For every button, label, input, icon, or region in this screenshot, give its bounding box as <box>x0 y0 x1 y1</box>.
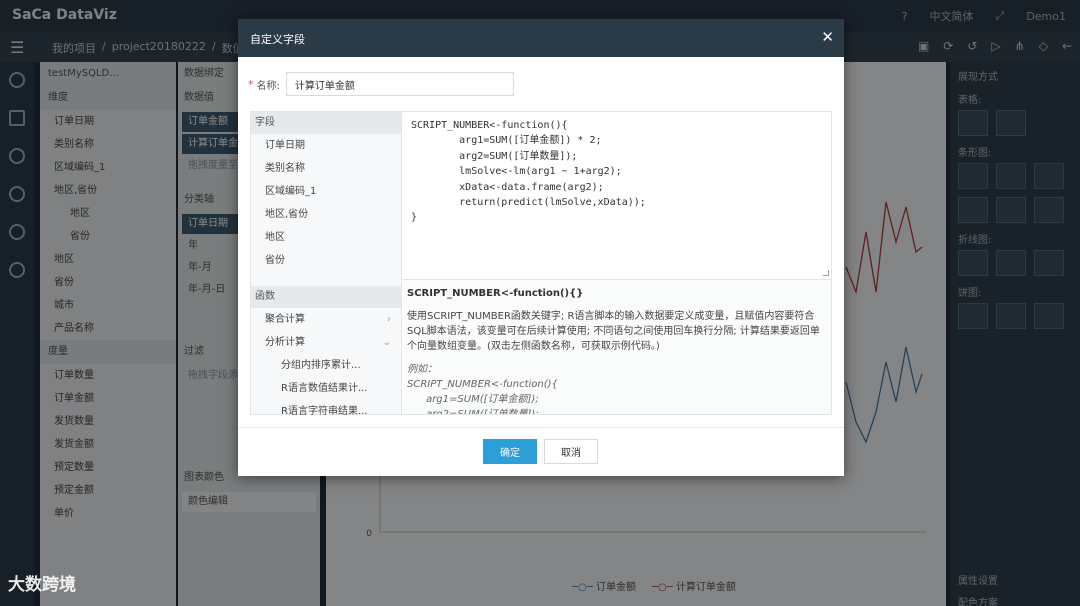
function-group-aggregate[interactable]: 聚合计算 › <box>251 308 401 331</box>
custom-field-dialog: 自定义字段 ✕ * 名称: 字段 订单日期 类别名称 区域编码_1 地区,省份 … <box>238 19 844 476</box>
field-item[interactable]: 类别名称 <box>251 157 401 180</box>
function-item[interactable]: R语言字符串结果... <box>251 400 401 423</box>
field-item[interactable]: 订单日期 <box>251 134 401 157</box>
field-item[interactable]: 地区,省份 <box>251 203 401 226</box>
editor-body: 字段 订单日期 类别名称 区域编码_1 地区,省份 地区 省份 函数 聚合计算 … <box>250 111 832 417</box>
help-title: SCRIPT_NUMBER<-function(){} <box>407 288 584 299</box>
cancel-button[interactable]: 取消 <box>544 439 598 464</box>
close-icon[interactable]: ✕ <box>821 28 834 46</box>
field-name-input[interactable] <box>285 72 514 96</box>
function-group-analysis[interactable]: 分析计算 ⌄ <box>251 331 401 354</box>
function-help-panel: SCRIPT_NUMBER<-function(){} 使用SCRIPT_NUM… <box>403 279 831 414</box>
chevron-down-icon: ⌄ <box>382 337 391 348</box>
fields-header: 字段 <box>251 112 401 134</box>
function-item[interactable]: R语言数值结果计... <box>251 377 401 400</box>
function-group-label: 聚合计算 <box>265 314 305 325</box>
confirm-button[interactable]: 确定 <box>483 439 537 464</box>
name-row: * 名称: <box>248 72 514 96</box>
watermark-logo: 大数跨境 <box>8 575 76 595</box>
name-label: 名称: <box>256 80 280 92</box>
dialog-title: 自定义字段 <box>250 33 305 46</box>
functions-header: 函数 <box>251 286 401 308</box>
help-text: 使用SCRIPT_NUMBER函数关键字; R语言脚本的输入数据要定义成变量，且… <box>407 311 820 352</box>
field-item[interactable]: 地区 <box>251 226 401 249</box>
resize-handle-icon[interactable] <box>823 270 829 276</box>
required-marker: * <box>248 77 254 91</box>
field-item[interactable]: 省份 <box>251 249 401 272</box>
field-function-list: 字段 订单日期 类别名称 区域编码_1 地区,省份 地区 省份 函数 聚合计算 … <box>251 112 402 417</box>
dialog-header: 自定义字段 ✕ <box>238 19 844 57</box>
help-example: 例如： SCRIPT_NUMBER<-function(){ arg1=SUM(… <box>407 364 558 414</box>
function-group-label: 分析计算 <box>265 337 305 348</box>
chevron-right-icon: › <box>387 314 391 325</box>
field-item[interactable]: 区域编码_1 <box>251 180 401 203</box>
dialog-footer: 确定 取消 <box>238 427 844 476</box>
function-item[interactable]: 分组内排序累计... <box>251 354 401 377</box>
script-editor[interactable]: SCRIPT_NUMBER<-function(){ arg1=SUM([订单金… <box>403 112 831 278</box>
